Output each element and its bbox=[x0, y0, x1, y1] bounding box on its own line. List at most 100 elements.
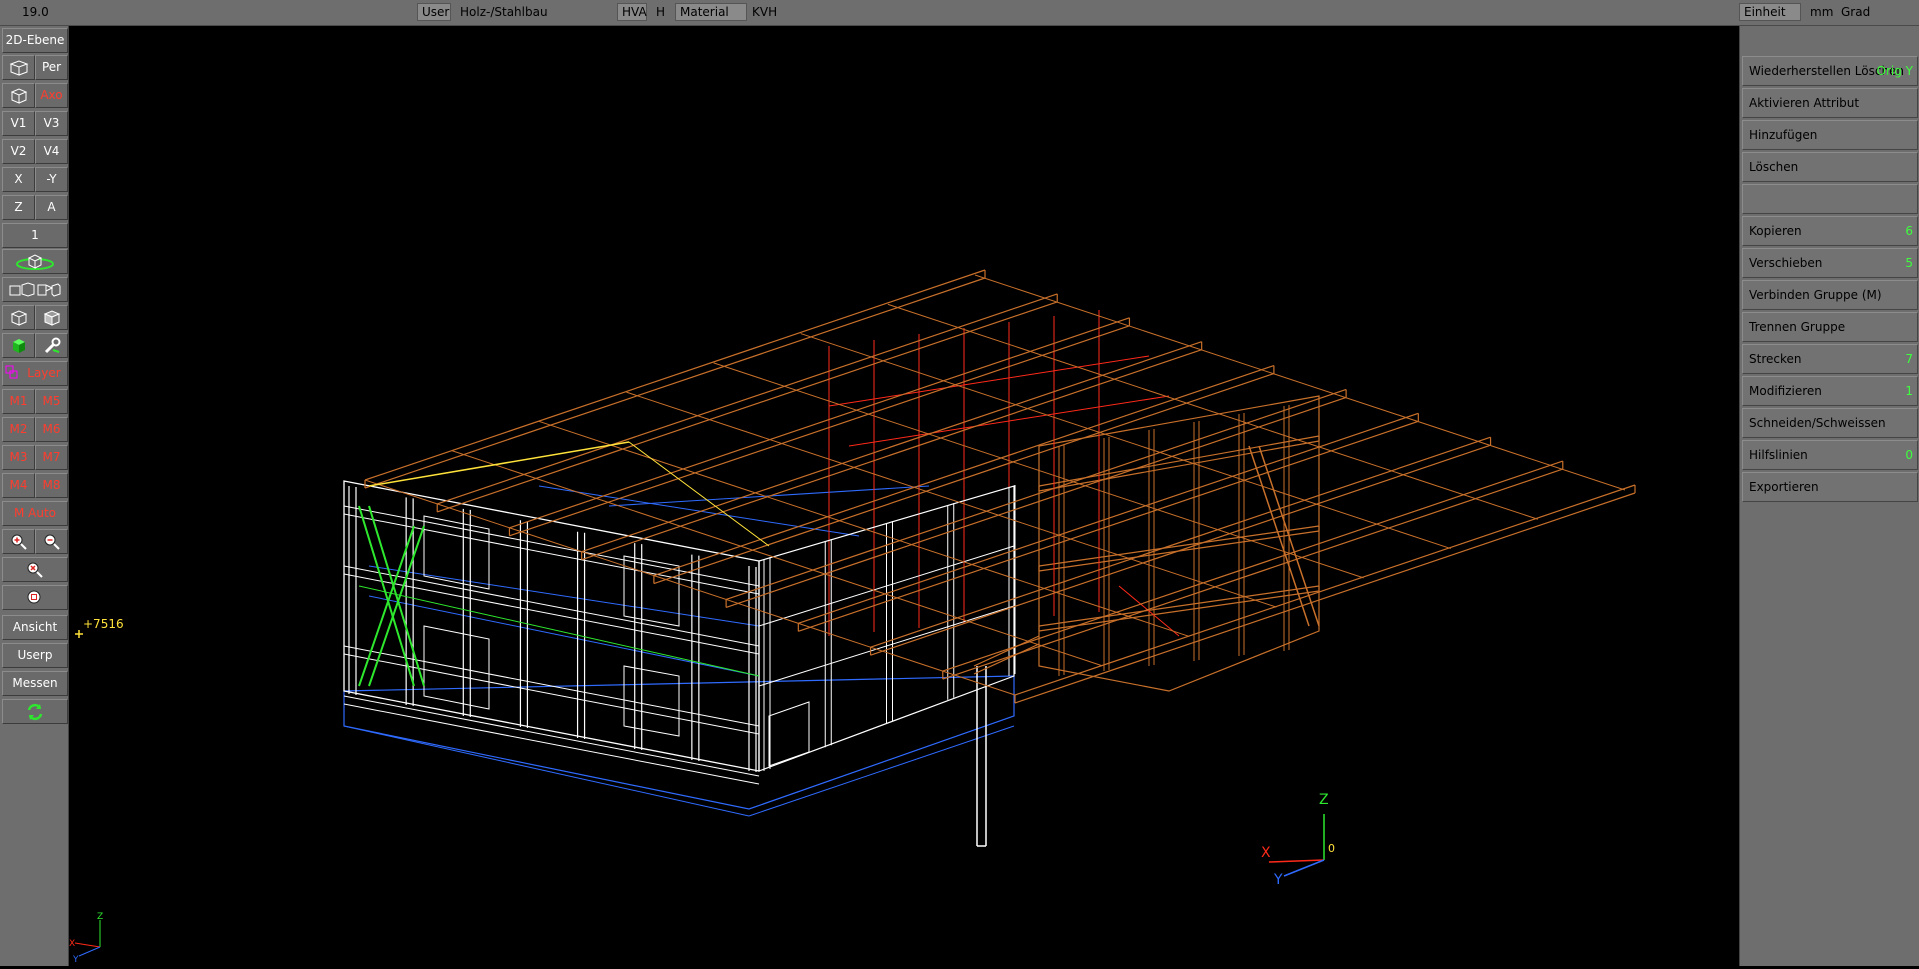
refresh-icon bbox=[27, 703, 43, 720]
wireframe-model[interactable]: +7516 Z X Y 0 Z X Y bbox=[69, 26, 1739, 966]
axis-origin-label: 0 bbox=[1328, 842, 1335, 855]
m8-button[interactable]: M8 bbox=[35, 473, 68, 498]
ridge-highlight bbox=[368, 441, 630, 487]
m1-button[interactable]: M1 bbox=[2, 389, 35, 414]
mini-z-label: Z bbox=[97, 912, 103, 922]
m3-button[interactable]: M3 bbox=[2, 445, 35, 470]
render-button[interactable] bbox=[2, 333, 35, 358]
3d-viewport[interactable]: +7516 Z X Y 0 Z X Y bbox=[69, 26, 1739, 966]
stretch-button[interactable]: Strecken 7 bbox=[1742, 344, 1918, 374]
z-view-button[interactable]: Z bbox=[2, 195, 35, 220]
ridge-highlight bbox=[628, 441, 770, 547]
hva-button[interactable]: HVA bbox=[617, 3, 647, 21]
view-strip-button[interactable] bbox=[2, 277, 68, 302]
cursor-crosshair bbox=[75, 630, 83, 638]
zoom-in-icon bbox=[11, 534, 27, 550]
refresh-button[interactable] bbox=[2, 699, 68, 724]
export-button[interactable]: Exportieren bbox=[1742, 472, 1918, 502]
activate-attribute-button[interactable]: Aktivieren Attribut bbox=[1742, 88, 1918, 118]
axis-triad: Z X Y 0 bbox=[1261, 792, 1335, 888]
m7-button[interactable]: M7 bbox=[35, 445, 68, 470]
mini-x-axis-line bbox=[74, 942, 101, 948]
back-wing-rail bbox=[1038, 590, 1320, 632]
m5-button[interactable]: M5 bbox=[35, 389, 68, 414]
right-command-panel: Wiederherstellen Löschen Orig Y Aktivier… bbox=[1739, 26, 1919, 966]
window-frame bbox=[623, 555, 680, 627]
settings-button[interactable] bbox=[35, 333, 68, 358]
m2-button[interactable]: M2 bbox=[2, 417, 35, 442]
roof-purlin bbox=[364, 277, 986, 489]
zoom-out-button[interactable] bbox=[35, 529, 68, 554]
wrench-icon bbox=[44, 337, 60, 353]
axo-view-button[interactable] bbox=[2, 83, 35, 108]
orig-y-label: Orig Y bbox=[1876, 64, 1913, 78]
roof-purlin bbox=[725, 396, 1347, 609]
plane-2d-button[interactable]: 2D-Ebene bbox=[2, 28, 68, 53]
connect-group-button[interactable]: Verbinden Gruppe (M) bbox=[1742, 280, 1918, 310]
perspective-button[interactable] bbox=[2, 55, 35, 80]
z-axis-label: Z bbox=[1319, 792, 1329, 808]
roof-purlin bbox=[798, 412, 1419, 624]
user-button[interactable]: User bbox=[417, 3, 451, 21]
roof-purlin bbox=[509, 317, 1130, 529]
v2-button[interactable]: V2 bbox=[2, 139, 35, 164]
zoom-all-button[interactable] bbox=[2, 585, 68, 610]
move-button[interactable]: Verschieben 5 bbox=[1742, 248, 1918, 278]
v4-button[interactable]: V4 bbox=[35, 139, 68, 164]
roof-purlin bbox=[942, 460, 1563, 672]
zoom-window-button[interactable] bbox=[2, 557, 68, 582]
helplines-button[interactable]: Hilfslinien 0 bbox=[1742, 440, 1918, 470]
v3-button[interactable]: V3 bbox=[35, 111, 68, 136]
userp-button[interactable]: Userp bbox=[2, 643, 68, 668]
zoom-window-icon bbox=[27, 562, 43, 578]
per-button[interactable]: Per bbox=[35, 55, 68, 80]
modify-button[interactable]: Modifizieren 1 bbox=[1742, 376, 1918, 406]
rotate-view-button[interactable] bbox=[2, 249, 68, 274]
roof-rafter bbox=[974, 274, 1626, 491]
empty-slot bbox=[1742, 184, 1918, 214]
ansicht-button[interactable]: Ansicht bbox=[2, 615, 68, 640]
axo-button[interactable]: Axo bbox=[35, 83, 68, 108]
unit-button[interactable]: Einheit bbox=[1739, 3, 1801, 21]
y-axis-label: Y bbox=[1273, 872, 1283, 888]
coordinate-readout: +7516 bbox=[83, 617, 124, 631]
neg-y-view-button[interactable]: -Y bbox=[35, 167, 68, 192]
move-label: Verschieben bbox=[1749, 256, 1823, 270]
helplines-count: 0 bbox=[1905, 448, 1913, 462]
solid-view-button[interactable] bbox=[35, 305, 68, 330]
v1-button[interactable]: V1 bbox=[2, 111, 35, 136]
x-view-button[interactable]: X bbox=[2, 167, 35, 192]
messen-button[interactable]: Messen bbox=[2, 671, 68, 696]
porch-beam bbox=[973, 643, 1040, 675]
door-frame bbox=[768, 701, 810, 767]
porch-beam bbox=[973, 635, 1040, 667]
wireframe-button[interactable] bbox=[2, 305, 35, 330]
layer-button[interactable]: Layer bbox=[2, 361, 68, 386]
back-wing-outline bbox=[1038, 395, 1320, 692]
roof-rafter bbox=[626, 391, 1277, 608]
cut-weld-button[interactable]: Schneiden/Schweissen bbox=[1742, 408, 1918, 438]
roof-rafter bbox=[887, 303, 1539, 520]
mini-y-label: Y bbox=[72, 955, 79, 965]
one-button[interactable]: 1 bbox=[2, 223, 68, 248]
m-auto-button[interactable]: M Auto bbox=[2, 501, 68, 526]
copy-count: 6 bbox=[1905, 224, 1913, 238]
material-button[interactable]: Material bbox=[675, 3, 747, 21]
roof-rafter bbox=[539, 420, 1190, 637]
restore-delete-button[interactable]: Wiederherstellen Löschen Orig Y bbox=[1742, 56, 1918, 86]
roof-purlin bbox=[1014, 484, 1636, 696]
layer-icon bbox=[5, 365, 18, 379]
zoom-all-icon bbox=[27, 590, 41, 603]
m6-button[interactable]: M6 bbox=[35, 417, 68, 442]
add-button[interactable]: Hinzufügen bbox=[1742, 120, 1918, 150]
split-group-button[interactable]: Trennen Gruppe bbox=[1742, 312, 1918, 342]
roof-purlin bbox=[725, 388, 1347, 601]
zoom-in-button[interactable] bbox=[2, 529, 35, 554]
roof-purlin bbox=[942, 468, 1563, 680]
a-view-button[interactable]: A bbox=[35, 195, 68, 220]
delete-button[interactable]: Löschen bbox=[1742, 152, 1918, 182]
stretch-label: Strecken bbox=[1749, 352, 1802, 366]
modify-count: 1 bbox=[1905, 384, 1913, 398]
m4-button[interactable]: M4 bbox=[2, 473, 35, 498]
copy-button[interactable]: Kopieren 6 bbox=[1742, 216, 1918, 246]
